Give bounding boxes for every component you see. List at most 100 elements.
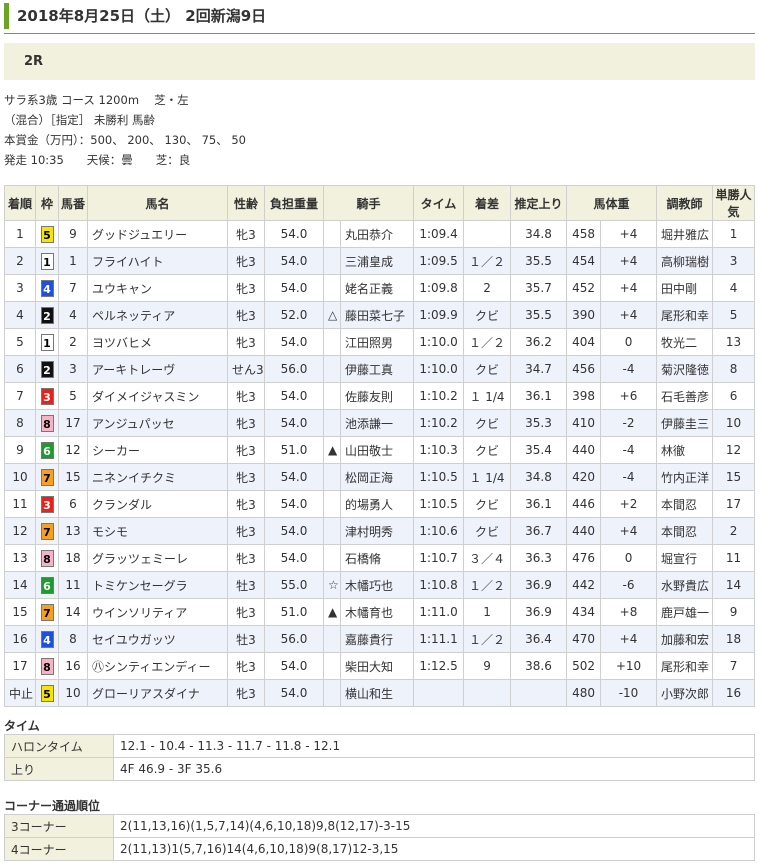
popularity-cell: 12 (712, 436, 755, 464)
sex-age-cell: 牝3 (227, 598, 265, 626)
number-cell: 11 (58, 571, 88, 599)
jockey-cell: 石橋脩 (339, 544, 415, 572)
weight-cell: 54.0 (264, 328, 324, 356)
last3f-cell: 36.2 (510, 328, 568, 356)
apprentice-mark-cell (323, 679, 341, 707)
weight-cell: 51.0 (264, 598, 324, 626)
time-cell: 1:10.5 (413, 463, 465, 491)
margin-cell: クビ (463, 436, 512, 464)
race-info-line: 本賞金（万円）：500、 200、 130、 75、 50 (4, 133, 246, 147)
apprentice-mark-cell (323, 220, 341, 248)
body-weight-diff-cell: +8 (600, 598, 658, 626)
time-cell: 1:11.1 (413, 625, 465, 653)
margin-cell: クビ (463, 301, 512, 329)
rank-cell: 11 (4, 490, 36, 518)
time-cell: 1:09.9 (413, 301, 465, 329)
waku-badge: 5 (40, 225, 54, 243)
jockey-cell: 三浦皇成 (339, 247, 415, 275)
rank-cell: 5 (4, 328, 36, 356)
header-number: 馬番 (58, 185, 88, 221)
waku-badge: 6 (40, 441, 54, 459)
margin-cell: １／２ (463, 571, 512, 599)
popularity-cell: 3 (712, 247, 755, 275)
waku-badge: 2 (40, 360, 54, 378)
rank-cell: 1 (4, 220, 36, 248)
body-weight-diff-cell: -4 (600, 436, 658, 464)
body-weight-diff-cell: +6 (600, 382, 658, 410)
waku-badge: 2 (40, 306, 54, 324)
body-weight-cell: 410 (566, 409, 602, 437)
waku-badge: 7 (40, 522, 54, 540)
popularity-cell: 11 (712, 544, 755, 572)
time-table: ハロンタイム 12.1 - 10.4 - 11.3 - 11.7 - 11.8 … (4, 734, 755, 781)
apprentice-mark-cell: ▲ (323, 436, 341, 464)
table-row: 16 4 8 セイユウガッツ 牡3 56.0 嘉藤貴行 1:11.1 １／２ 36.4 470 +4 加… (4, 625, 755, 653)
table-row: 中止 5 10 グローリアスダイナ 牝3 54.0 横山和生 480 -10 小野次郎 16 (4, 679, 755, 707)
margin-cell: １ 1/4 (463, 463, 512, 491)
sex-age-cell: 牝3 (227, 301, 265, 329)
number-cell: 5 (58, 382, 88, 410)
header-trainer: 調教師 (656, 185, 714, 221)
body-weight-cell: 440 (566, 517, 602, 545)
last3f-cell: 36.9 (510, 598, 568, 626)
waku-cell: 8 (35, 652, 59, 680)
race-label: 2R (24, 54, 44, 69)
waku-cell: 8 (35, 409, 59, 437)
waku-cell: 7 (35, 463, 59, 491)
horse-name-cell: クランダル (87, 490, 228, 518)
time-cell: 1:10.2 (413, 409, 465, 437)
body-weight-diff-cell: 0 (600, 328, 658, 356)
number-cell: 3 (58, 355, 88, 383)
weight-cell: 54.0 (264, 274, 324, 302)
trainer-cell: 堀宣行 (656, 544, 714, 572)
rank-cell: 16 (4, 625, 36, 653)
rank-cell: 8 (4, 409, 36, 437)
jockey-cell: 山田敬士 (339, 436, 415, 464)
table-row: 10 7 15 ニネンイチクミ 牝3 54.0 松岡正海 1:10.5 １ 1/4 34.8 420… (4, 463, 755, 491)
sex-age-cell: 牝3 (227, 328, 265, 356)
margin-cell: クビ (463, 490, 512, 518)
time-cell: 1:09.5 (413, 247, 465, 275)
header-margin: 着差 (463, 185, 512, 221)
header-body-weight: 馬体重 (566, 185, 658, 221)
last3f-cell: 36.1 (510, 382, 568, 410)
time-cell: 1:10.7 (413, 544, 465, 572)
table-row: 12 7 13 モシモ 牝3 54.0 津村明秀 1:10.6 クビ 36.7 440 +4 本間忍 2 (4, 517, 755, 545)
waku-cell: 1 (35, 247, 59, 275)
body-weight-cell: 442 (566, 571, 602, 599)
time-section-title: タイム (4, 719, 40, 733)
last3f-cell: 35.7 (510, 274, 568, 302)
apprentice-mark-cell (323, 517, 341, 545)
weight-cell: 54.0 (264, 490, 324, 518)
horse-name-cell: セイユウガッツ (87, 625, 228, 653)
sex-age-cell: 牝3 (227, 220, 265, 248)
table-row: 14 6 11 トミケンセーグラ 牡3 55.0 ☆ 木幡巧也 1:10.8 １／２ 36.9 442… (4, 571, 755, 599)
horse-name-cell: ペルネッティア (87, 301, 228, 329)
popularity-cell: 4 (712, 274, 755, 302)
popularity-cell: 5 (712, 301, 755, 329)
margin-cell: クビ (463, 409, 512, 437)
body-weight-diff-cell: +4 (600, 625, 658, 653)
apprentice-mark-cell (323, 355, 341, 383)
waku-badge: 6 (40, 576, 54, 594)
time-cell: 1:09.8 (413, 274, 465, 302)
body-weight-diff-cell: +4 (600, 301, 658, 329)
weight-cell: 56.0 (264, 355, 324, 383)
body-weight-diff-cell: -4 (600, 355, 658, 383)
waku-cell: 5 (35, 679, 59, 707)
jockey-cell: 丸田恭介 (339, 220, 415, 248)
corner-row-value: 2(11,13)1(5,7,16)14(4,6,10,18)9(8,17)12-… (113, 837, 755, 861)
margin-cell (463, 679, 512, 707)
last3f-cell: 35.5 (510, 301, 568, 329)
body-weight-diff-cell: +10 (600, 652, 658, 680)
table-row: 7 3 5 ダイメイジャスミン 牝3 54.0 佐藤友則 1:10.2 １ 1/4 36.1 398… (4, 382, 755, 410)
horse-name-cell: グラッツェミーレ (87, 544, 228, 572)
margin-cell: １ 1/4 (463, 382, 512, 410)
popularity-cell: 18 (712, 625, 755, 653)
waku-cell: 5 (35, 220, 59, 248)
waku-badge: 8 (40, 414, 54, 432)
body-weight-cell: 434 (566, 598, 602, 626)
horse-name-cell: グローリアスダイナ (87, 679, 228, 707)
last3f-cell: 36.3 (510, 544, 568, 572)
apprentice-mark-cell (323, 328, 341, 356)
